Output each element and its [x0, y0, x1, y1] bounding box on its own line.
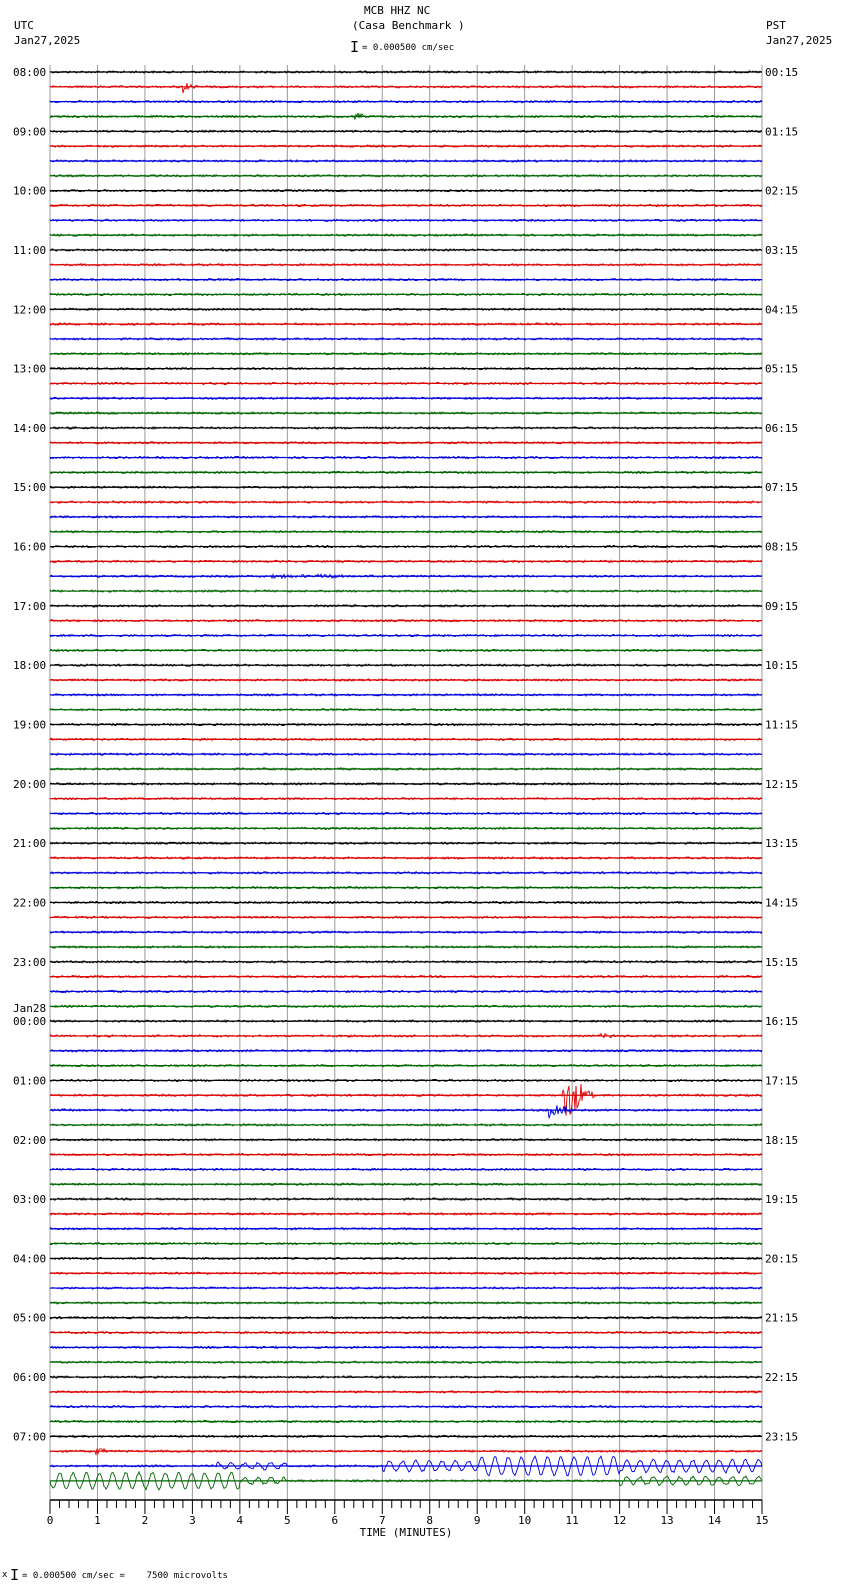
left-time-label: 07:00: [13, 1430, 46, 1443]
right-time-label: 02:15: [765, 185, 798, 198]
x-tick-label: 3: [189, 1514, 196, 1527]
right-time-label: 20:15: [765, 1252, 798, 1265]
left-time-label: 03:00: [13, 1193, 46, 1206]
left-time-label: 14:00: [13, 422, 46, 435]
left-time-label: 22:00: [13, 896, 46, 909]
x-tick-label: 0: [47, 1514, 54, 1527]
trace-34: [49, 572, 763, 580]
trace-80: [49, 1256, 763, 1261]
right-time-label: 15:15: [765, 956, 798, 969]
trace-38: [49, 633, 763, 638]
trace-91: [49, 1419, 763, 1424]
trace-58: [49, 930, 763, 935]
left-time-label: 01:00: [13, 1074, 46, 1087]
left-date-label: Jan28: [13, 1002, 46, 1015]
helicorder: MCB HHZ NC (Casa Benchmark ) UTC Jan27,2…: [0, 0, 850, 1584]
right-time-label: 16:15: [765, 1015, 798, 1028]
left-time-label: 20:00: [13, 778, 46, 791]
x-tick-label: 11: [566, 1514, 579, 1527]
x-tick-label: 2: [142, 1514, 149, 1527]
right-time-label: 06:15: [765, 422, 798, 435]
trace-61: [49, 974, 763, 979]
trace-22: [49, 396, 763, 401]
right-time-label: 11:15: [765, 719, 798, 732]
trace-39: [49, 648, 763, 653]
x-tick-label: 9: [474, 1514, 481, 1527]
x-tick-label: 5: [284, 1514, 291, 1527]
left-time-label: 18:00: [13, 659, 46, 672]
left-time-label: 15:00: [13, 481, 46, 494]
left-time-label: 23:00: [13, 956, 46, 969]
trace-50: [50, 811, 763, 816]
right-time-label: 14:15: [765, 896, 798, 909]
trace-84: [49, 1315, 763, 1320]
trace-89: [49, 1389, 763, 1395]
x-tick-label: 1: [94, 1514, 101, 1527]
left-time-label: 00:00: [13, 1015, 46, 1028]
x-axis-label: TIME (MINUTES): [360, 1526, 453, 1539]
x-tick-label: 13: [660, 1514, 673, 1527]
right-time-label: 01:15: [765, 125, 798, 138]
left-time-label: 09:00: [13, 125, 46, 138]
right-time-label: 05:15: [765, 363, 798, 376]
trace-33: [50, 559, 763, 564]
left-time-label: 12:00: [13, 303, 46, 316]
right-time-label: 08:15: [765, 541, 798, 554]
trace-24: [49, 425, 763, 431]
left-time-label: 19:00: [13, 719, 46, 732]
trace-54: [49, 870, 763, 875]
trace-81: [49, 1271, 763, 1276]
right-time-label: 09:15: [765, 600, 798, 613]
trace-86: [49, 1345, 763, 1350]
trace-70: [49, 1105, 763, 1119]
trace-90: [49, 1404, 763, 1409]
left-time-label: 06:00: [13, 1371, 46, 1384]
right-time-label: 10:15: [765, 659, 798, 672]
x-tick-label: 14: [708, 1514, 722, 1527]
right-time-label: 03:15: [765, 244, 798, 257]
trace-1: [49, 83, 763, 94]
right-time-label: 23:15: [765, 1430, 798, 1443]
right-time-label: 18:15: [765, 1134, 798, 1147]
left-time-label: 04:00: [13, 1252, 46, 1265]
x-tick-label: 12: [613, 1514, 626, 1527]
x-tick-label: 10: [518, 1514, 531, 1527]
left-time-label: 21:00: [13, 837, 46, 850]
left-time-label: 08:00: [13, 66, 46, 79]
right-time-label: 17:15: [765, 1074, 798, 1087]
trace-60: [49, 959, 763, 964]
right-time-label: 21:15: [765, 1312, 798, 1325]
trace-20: [49, 366, 763, 371]
left-time-label: 11:00: [13, 244, 46, 257]
left-time-label: 13:00: [13, 363, 46, 376]
left-time-label: 05:00: [13, 1312, 46, 1325]
left-time-label: 10:00: [13, 185, 46, 198]
right-time-label: 04:15: [765, 303, 798, 316]
trace-87: [49, 1360, 763, 1365]
seismogram-plot: 0 1 2 3 4 5 6 7 8 9 10 11 12 13 14 15TIME (MINUTES)08:0…: [13, 65, 798, 1539]
trace-19: [49, 351, 763, 356]
left-time-label: 02:00: [13, 1134, 46, 1147]
trace-77: [49, 1211, 763, 1217]
x-tick-label: 6: [331, 1514, 338, 1527]
x-tick-label: 4: [237, 1514, 244, 1527]
right-time-label: 22:15: [765, 1371, 798, 1384]
left-time-label: 17:00: [13, 600, 46, 613]
right-time-label: 07:15: [765, 481, 798, 494]
right-time-label: 12:15: [765, 778, 798, 791]
trace-28: [49, 485, 763, 490]
x-tick-label: 15: [755, 1514, 768, 1527]
trace-66: [49, 1048, 763, 1053]
right-time-label: 19:15: [765, 1193, 798, 1206]
left-time-label: 16:00: [13, 541, 46, 554]
right-time-label: 00:15: [765, 66, 798, 79]
trace-25: [50, 440, 763, 445]
right-time-label: 13:15: [765, 837, 798, 850]
trace-15: [49, 292, 763, 297]
trace-0: [49, 69, 763, 74]
